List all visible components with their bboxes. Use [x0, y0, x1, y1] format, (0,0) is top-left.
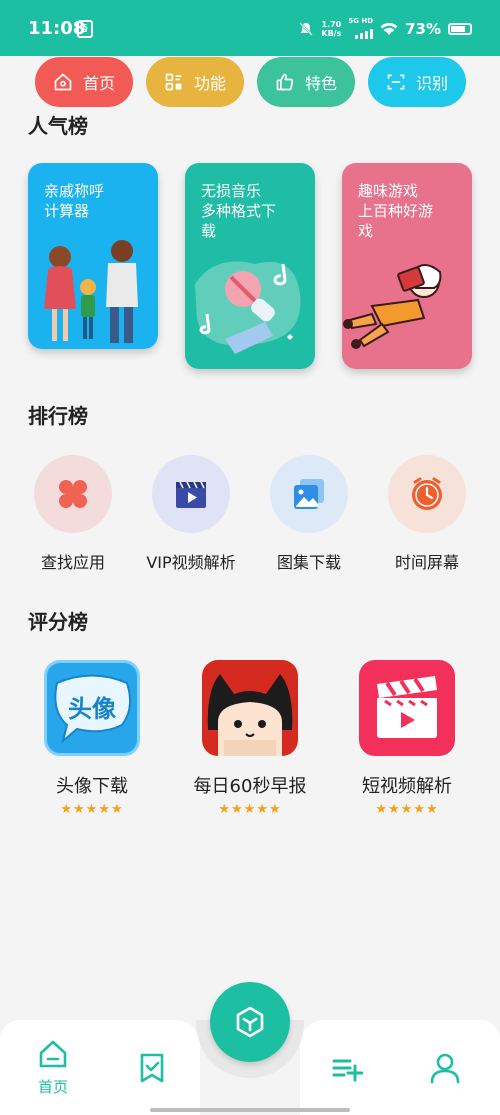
scan-icon [387, 74, 405, 90]
rank-label: 图集下载 [276, 553, 341, 572]
rank-label: 时间屏幕 [394, 553, 459, 572]
status-indicators: 1.70 KB/s 5G HD 73% [298, 18, 472, 39]
popular-card-relatives[interactable]: 亲戚称呼 计算器 [28, 163, 158, 349]
app-label: 短视频解析 [362, 776, 452, 797]
chip-label: 识别 [415, 74, 448, 93]
app-item-daily-news[interactable]: 每日60秒早报 ★★★★★ [185, 660, 315, 817]
rating-stars: ★★★★★ [218, 802, 282, 817]
rank-item-gallery[interactable]: 图集下载 [254, 455, 364, 573]
video-icon [176, 481, 206, 508]
cube-icon [236, 1006, 264, 1038]
center-cube-button[interactable] [210, 982, 290, 1062]
network-speed: 1.70 KB/s [321, 19, 342, 38]
chip-label: 首页 [82, 74, 115, 93]
card-title: 亲戚称呼 计算器 [44, 182, 105, 220]
app-label: 每日60秒早报 [193, 776, 307, 797]
microphone-illustration [195, 261, 301, 354]
clock-icon [412, 477, 442, 510]
rank-item-find-app[interactable]: 查找应用 [18, 455, 128, 573]
chip-label: 功能 [193, 74, 226, 93]
nav-bookmark[interactable] [136, 1052, 168, 1084]
thumb-up-icon [276, 73, 294, 91]
status-bar: 11:08 § 1.70 KB/s 5G HD 73% [0, 0, 500, 56]
chip-recognize[interactable]: 识别 [368, 57, 466, 107]
top-chip-bar: 首页 功能 特色 识别 [0, 57, 500, 109]
clover-icon [59, 480, 87, 508]
rank-icon-bg [270, 455, 348, 533]
rank-item-vip-video[interactable]: VIP视频解析 [136, 455, 246, 573]
playlist-add-icon [332, 1059, 363, 1082]
section-title-ranking: 排行榜 [28, 404, 88, 428]
rank-label: VIP视频解析 [146, 553, 236, 572]
chip-feature[interactable]: 特色 [257, 57, 355, 107]
wifi-icon [380, 22, 398, 35]
chip-function[interactable]: 功能 [146, 57, 244, 107]
app-label: 头像下载 [56, 776, 128, 797]
app-item-avatar-download[interactable]: 头像 头像下载 ★★★★★ [27, 660, 157, 817]
family-illustration [44, 240, 138, 343]
clapperboard-app-icon [359, 660, 455, 756]
chip-label: 特色 [304, 74, 337, 93]
notification-icon: § [77, 20, 93, 38]
girl-reading-illustration [343, 264, 442, 349]
popular-card-games[interactable]: 趣味游戏 上百种好游 戏 [342, 163, 472, 369]
grid-icon [165, 73, 182, 91]
rank-icon-bg [152, 455, 230, 533]
home-indicator[interactable] [150, 1108, 350, 1112]
avatar-app-icon: 头像 [44, 660, 140, 756]
user-icon [430, 1053, 460, 1084]
news-cat-app-icon [202, 660, 298, 756]
avatar-app-icon-text: 头像 [68, 695, 116, 723]
bottom-nav-right-panel [300, 1020, 500, 1115]
home-icon [54, 73, 72, 91]
bottom-nav-left-panel [0, 1020, 200, 1115]
nav-home[interactable]: 首页 [37, 1038, 69, 1097]
battery-icon [448, 22, 472, 35]
home-icon [39, 1040, 67, 1068]
gallery-icon [294, 479, 324, 509]
app-item-short-video[interactable]: 短视频解析 ★★★★★ [342, 660, 472, 817]
popular-card-music[interactable]: 无损音乐 多种格式下 载 [185, 163, 315, 369]
card-title: 趣味游戏 上百种好游 戏 [358, 182, 434, 240]
rank-label: 查找应用 [40, 553, 105, 572]
battery-percent: 73% [405, 19, 441, 38]
nav-playlist-add[interactable] [331, 1052, 363, 1084]
rank-icon-bg [388, 455, 466, 533]
cell-signal-icon: 5G HD [348, 18, 374, 39]
rating-stars: ★★★★★ [375, 802, 439, 817]
rating-stars: ★★★★★ [60, 802, 124, 817]
section-title-rating: 评分榜 [28, 610, 88, 634]
rank-item-time-screen[interactable]: 时间屏幕 [372, 455, 482, 573]
mute-bell-icon [299, 21, 314, 36]
section-title-popular: 人气榜 [28, 114, 88, 138]
nav-home-label: 首页 [37, 1078, 68, 1096]
rank-icon-bg [34, 455, 112, 533]
chip-home[interactable]: 首页 [35, 57, 133, 107]
nav-profile[interactable] [429, 1052, 461, 1084]
card-title: 无损音乐 多种格式下 载 [201, 182, 277, 240]
bookmark-check-icon [140, 1053, 164, 1083]
